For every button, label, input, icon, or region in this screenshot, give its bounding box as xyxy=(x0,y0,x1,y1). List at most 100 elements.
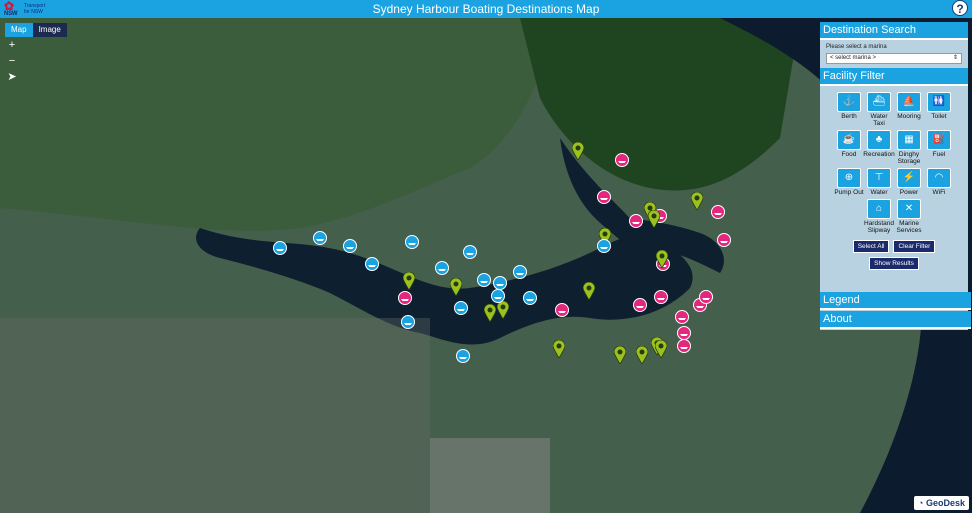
facility-label: Berth xyxy=(841,113,857,120)
facility-label: Mooring xyxy=(897,113,921,120)
locate-me-button[interactable]: ➤ xyxy=(5,70,19,84)
facility-toilet[interactable]: 🚻 Toilet xyxy=(924,92,954,127)
boat-ramp-marker[interactable] xyxy=(343,239,357,258)
destination-pin-marker[interactable] xyxy=(449,277,463,301)
recreation-icon: ♣ xyxy=(867,130,891,150)
zoom-out-button[interactable]: − xyxy=(5,54,19,68)
marina-marker[interactable] xyxy=(615,153,629,172)
facility-label: Dinghy Storage xyxy=(897,151,921,165)
marina-marker[interactable] xyxy=(711,205,725,224)
pump-out-icon: ⊕ xyxy=(837,168,861,188)
destination-search-section: Please select a marina < select marina >… xyxy=(820,40,968,68)
facility-food[interactable]: ☕ Food xyxy=(834,130,864,165)
facility-grid: ⚓ Berth ⛴ Water Taxi ⛵ Mooring 🚻 Toilet ☕ Food ♣ Re… xyxy=(820,86,968,234)
zoom-in-button[interactable]: + xyxy=(5,38,19,52)
boat-ramp-marker[interactable] xyxy=(273,241,287,260)
boat-ramp-marker[interactable] xyxy=(513,265,527,284)
facility-water-tap[interactable]: ⊤ Water xyxy=(864,168,894,196)
power-icon: ⚡ xyxy=(897,168,921,188)
basemap-tab-image[interactable]: Image xyxy=(32,23,67,37)
map-zoom-controls: + − ➤ xyxy=(5,38,19,86)
facility-label: Marine Services xyxy=(896,220,922,234)
marina-marker[interactable] xyxy=(717,233,731,252)
destination-pin-marker[interactable] xyxy=(613,345,627,369)
destination-pin-marker[interactable] xyxy=(647,209,661,233)
hardstand-slipway-icon: ⌂ xyxy=(867,199,891,219)
geodesk-logo: ◔ GeoDesk xyxy=(914,496,969,510)
marina-marker[interactable] xyxy=(597,190,611,209)
facility-berth[interactable]: ⚓ Berth xyxy=(834,92,864,127)
facility-recreation[interactable]: ♣ Recreation xyxy=(863,130,895,165)
facility-label: Toilet xyxy=(931,113,947,120)
facility-water-taxi[interactable]: ⛴ Water Taxi xyxy=(864,92,894,127)
show-results-button[interactable]: Show Results xyxy=(869,257,919,270)
facility-label: Fuel xyxy=(932,151,946,158)
facility-filter-header[interactable]: Facility Filter xyxy=(820,68,968,86)
facility-label: Hardstand Slipway xyxy=(864,220,894,234)
water-tap-icon: ⊤ xyxy=(867,168,891,188)
wifi-icon: ◠ xyxy=(927,168,951,188)
water-taxi-icon: ⛴ xyxy=(867,92,891,112)
help-icon[interactable]: ? xyxy=(952,0,968,16)
facility-label: Recreation xyxy=(863,151,895,158)
destination-pin-marker[interactable] xyxy=(552,339,566,363)
app-title: Sydney Harbour Boating Destinations Map xyxy=(372,2,600,16)
about-header[interactable]: About xyxy=(820,311,971,329)
facility-label: Food xyxy=(841,151,857,158)
facility-pump-out[interactable]: ⊕ Pump Out xyxy=(834,168,864,196)
facility-dinghy-storage[interactable]: ▦ Dinghy Storage xyxy=(894,130,924,165)
fuel-icon: ⛽ xyxy=(927,130,951,150)
destination-search-header[interactable]: Destination Search xyxy=(820,22,968,40)
dropdown-arrow-icon: ⇕ xyxy=(952,55,958,61)
food-icon: ☕ xyxy=(837,130,861,150)
destination-pin-marker[interactable] xyxy=(571,141,585,165)
boat-ramp-marker[interactable] xyxy=(463,245,477,264)
basemap-tab-map[interactable]: Map xyxy=(5,23,33,37)
destination-pin-marker[interactable] xyxy=(402,271,416,295)
marina-marker[interactable] xyxy=(654,290,668,309)
marina-marker[interactable] xyxy=(629,214,643,233)
facility-fuel[interactable]: ⛽ Fuel xyxy=(924,130,954,165)
destination-pin-marker[interactable] xyxy=(690,191,704,215)
facility-mooring[interactable]: ⛵ Mooring xyxy=(894,92,924,127)
boat-ramp-marker[interactable] xyxy=(477,273,491,292)
app-header: ✿ NSW Transport for NSW Sydney Harbour Boa… xyxy=(0,0,972,18)
legend-header[interactable]: Legend xyxy=(820,292,971,310)
toilet-icon: 🚻 xyxy=(927,92,951,112)
destination-pin-marker[interactable] xyxy=(655,249,669,273)
marina-select[interactable]: < select marina > ⇕ xyxy=(826,53,962,64)
boat-ramp-marker[interactable] xyxy=(491,289,505,308)
destination-pin-marker[interactable] xyxy=(635,345,649,369)
select-all-button[interactable]: Select All xyxy=(852,240,890,253)
facility-label: Water Taxi xyxy=(870,113,888,127)
boat-ramp-marker[interactable] xyxy=(313,231,327,250)
marina-marker[interactable] xyxy=(633,298,647,317)
facility-marine-services[interactable]: ✕ Marine Services xyxy=(894,199,924,234)
destination-pin-marker[interactable] xyxy=(582,281,596,305)
clear-filter-button[interactable]: Clear Filter xyxy=(893,240,936,253)
facility-label: Power xyxy=(899,189,919,196)
facility-wifi[interactable]: ◠ WiFi xyxy=(924,168,954,196)
boat-ramp-marker[interactable] xyxy=(365,257,379,276)
side-panel: Destination Search Please select a marin… xyxy=(820,22,971,330)
facility-label: Pump Out xyxy=(834,189,864,196)
boat-ramp-marker[interactable] xyxy=(405,235,419,254)
boat-ramp-marker[interactable] xyxy=(454,301,468,320)
berth-icon: ⚓ xyxy=(837,92,861,112)
boat-ramp-marker[interactable] xyxy=(523,291,537,310)
boat-ramp-marker[interactable] xyxy=(435,261,449,280)
marina-marker[interactable] xyxy=(677,339,691,358)
facility-power[interactable]: ⚡ Power xyxy=(894,168,924,196)
boat-ramp-marker[interactable] xyxy=(401,315,415,334)
basemap-toggle: Map Image xyxy=(5,23,67,37)
marina-marker[interactable] xyxy=(699,290,713,309)
marina-prompt: Please select a marina xyxy=(826,44,887,50)
destination-pin-marker[interactable] xyxy=(654,339,668,363)
marina-marker[interactable] xyxy=(555,303,569,322)
dinghy-storage-icon: ▦ xyxy=(897,130,921,150)
boat-ramp-marker[interactable] xyxy=(456,349,470,368)
facility-label: WiFi xyxy=(932,189,946,196)
boat-ramp-marker[interactable] xyxy=(597,239,611,258)
marine-services-icon: ✕ xyxy=(897,199,921,219)
facility-hardstand-slipway[interactable]: ⌂ Hardstand Slipway xyxy=(864,199,894,234)
